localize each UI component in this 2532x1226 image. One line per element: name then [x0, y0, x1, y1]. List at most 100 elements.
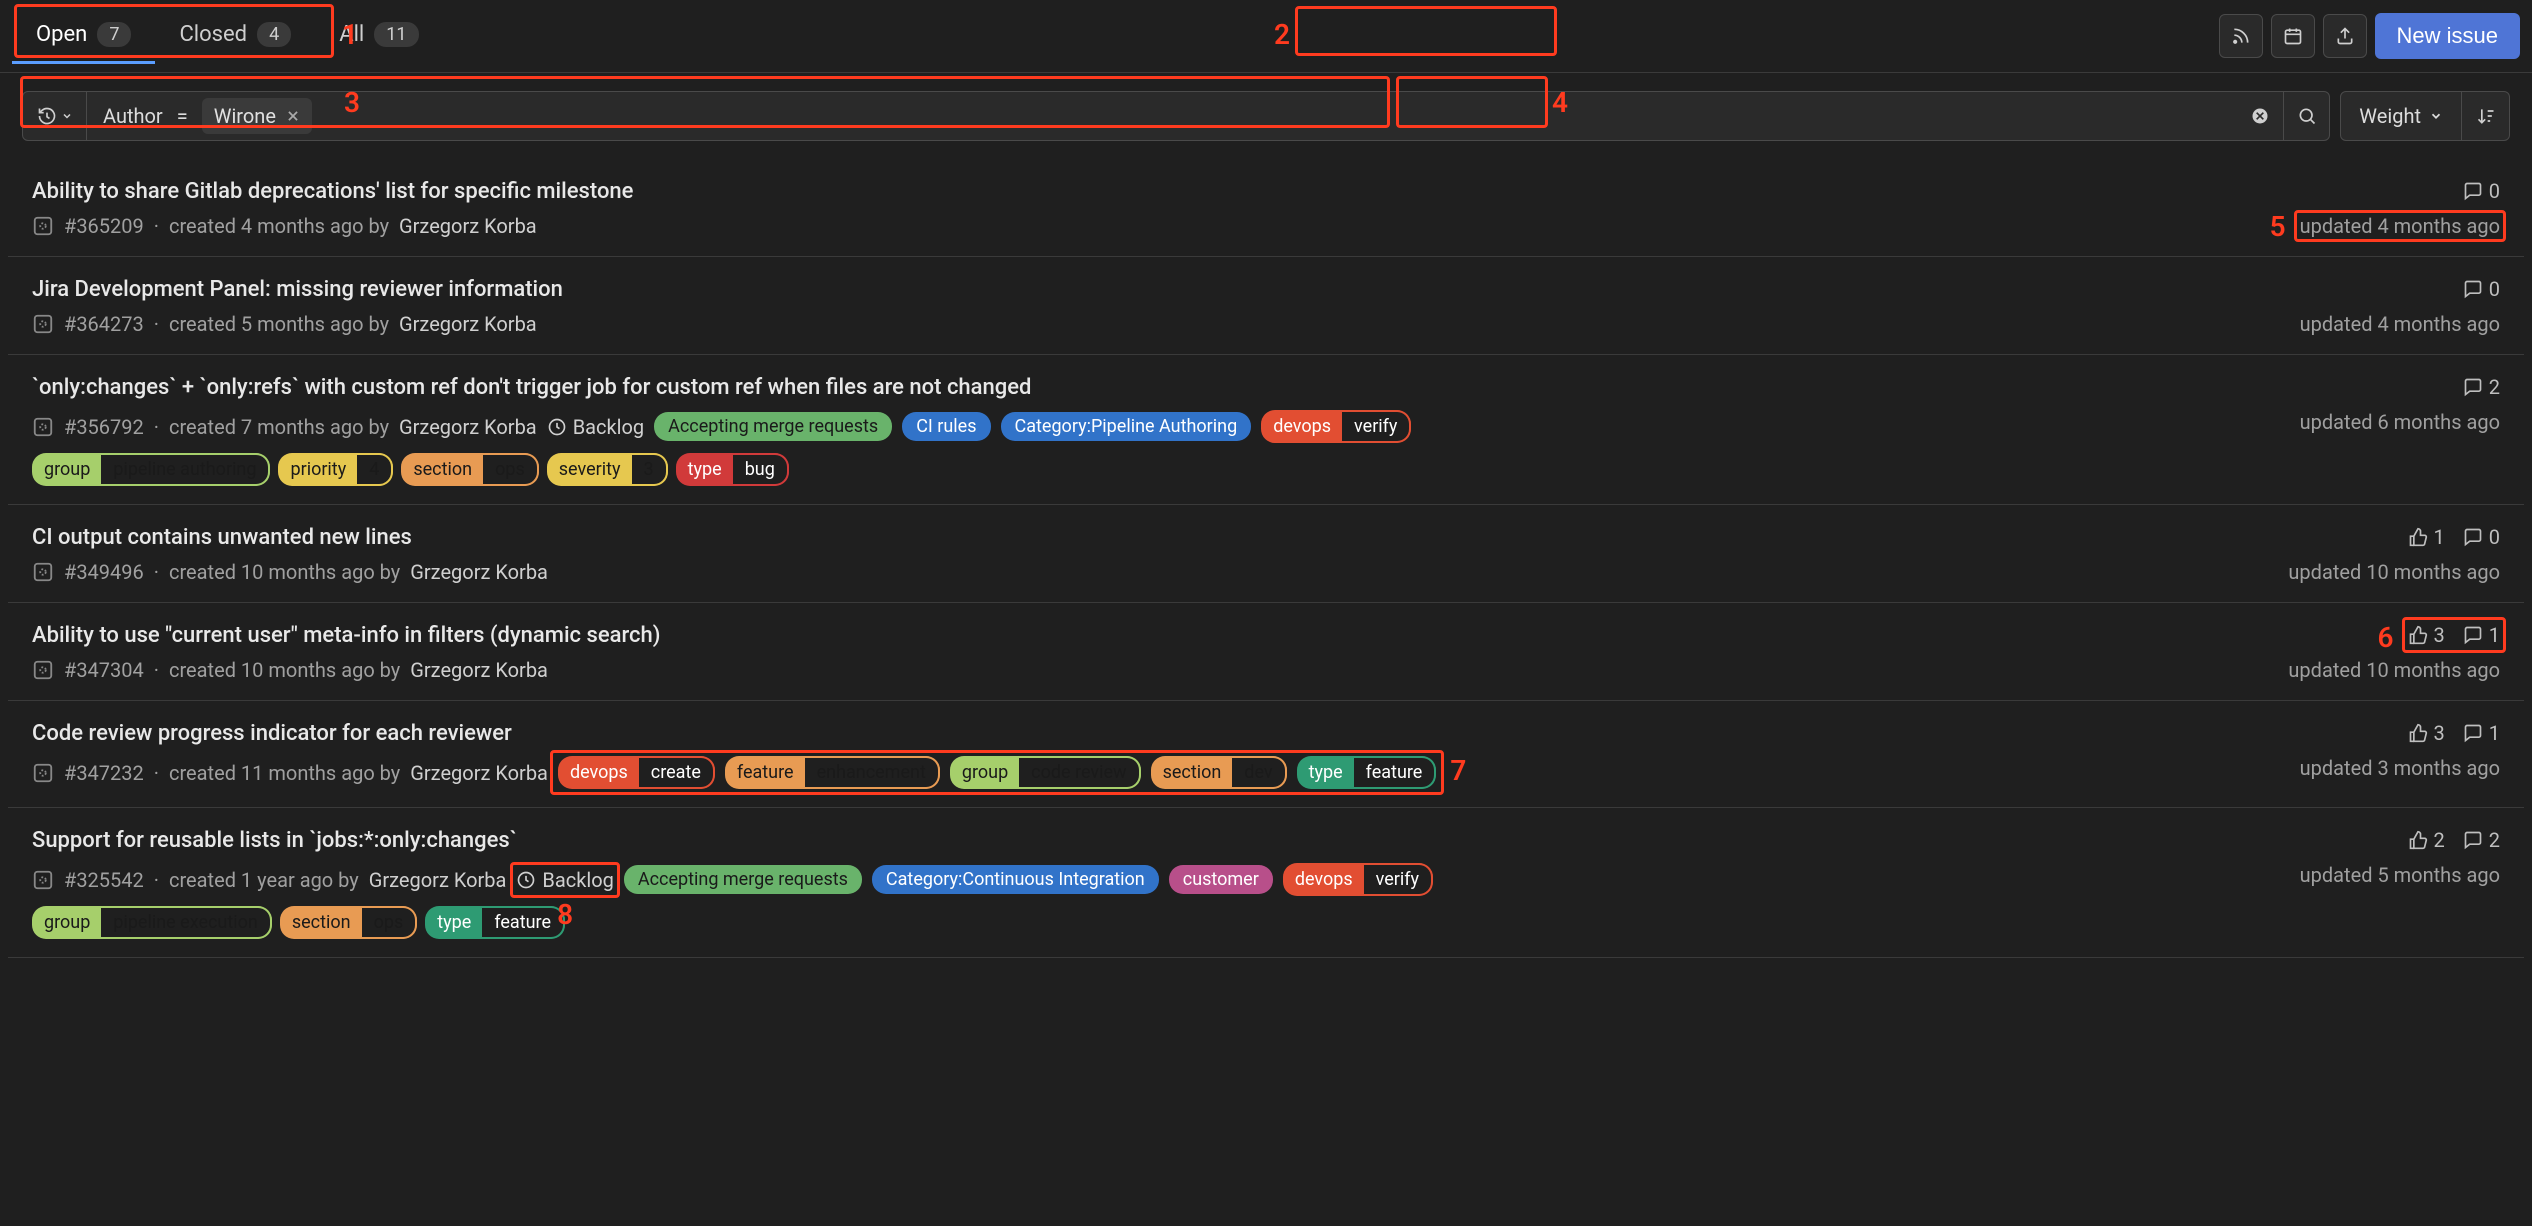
tab-open[interactable]: Open 7: [12, 8, 155, 64]
comments-count[interactable]: 0: [2463, 525, 2500, 549]
label-type[interactable]: typefeature: [1297, 756, 1437, 789]
tab-all-label: All: [339, 22, 364, 47]
issue-type-icon: [32, 313, 54, 335]
issue-title[interactable]: Ability to share Gitlab deprecations' li…: [32, 179, 633, 204]
issue-stats: 31: [2408, 623, 2501, 647]
issue-ref[interactable]: #365209: [64, 214, 144, 238]
issue-row: Code review progress indicator for each …: [8, 701, 2524, 808]
label-group[interactable]: grouppipeline execution: [32, 906, 272, 939]
issue-title[interactable]: Jira Development Panel: missing reviewer…: [32, 277, 563, 302]
thumbs-up-count[interactable]: 3: [2408, 623, 2445, 647]
comments-count[interactable]: 1: [2463, 721, 2500, 745]
comments-count[interactable]: 0: [2463, 179, 2500, 203]
history-icon: [37, 106, 57, 126]
clear-filter-button[interactable]: [2237, 92, 2283, 140]
issue-author[interactable]: Grzegorz Korba: [369, 868, 507, 892]
issue-stats: 10: [2408, 525, 2501, 549]
tab-open-label: Open: [36, 22, 87, 47]
issue-stats: 31: [2408, 721, 2501, 745]
comments-count[interactable]: 2: [2463, 375, 2500, 399]
label-feature[interactable]: featureenhancement: [725, 756, 940, 789]
issue-title[interactable]: Ability to use "current user" meta-info …: [32, 623, 660, 648]
milestone-link[interactable]: Backlog: [516, 868, 613, 892]
label-type[interactable]: typefeature: [425, 906, 565, 939]
issue-updated: updated 10 months ago: [2288, 658, 2500, 682]
label-section[interactable]: sectiondev: [1151, 756, 1287, 789]
close-icon: [286, 109, 300, 123]
issue-type-icon: [32, 215, 54, 237]
issue-author[interactable]: Grzegorz Korba: [410, 761, 548, 785]
label-devops[interactable]: devopsverify: [1283, 863, 1433, 896]
issue-updated: updated 10 months ago: [2288, 560, 2500, 584]
sort-control: Weight: [2340, 91, 2510, 141]
label-section[interactable]: sectionops: [401, 453, 538, 486]
rss-button[interactable]: [2219, 14, 2263, 58]
comments-count[interactable]: 2: [2463, 828, 2500, 852]
labels-row-2: grouppipeline execution sectionops typef…: [32, 906, 2500, 939]
label[interactable]: CI rules: [902, 412, 990, 441]
label[interactable]: Category:Continuous Integration: [872, 865, 1159, 894]
label-group[interactable]: grouppipeline authoring: [32, 453, 270, 486]
issue-author[interactable]: Grzegorz Korba: [410, 560, 548, 584]
issue-ref[interactable]: #325542: [64, 868, 144, 892]
issue-row: Ability to share Gitlab deprecations' li…: [8, 159, 2524, 257]
thumbs-up-count[interactable]: 2: [2408, 828, 2445, 852]
label-type[interactable]: typebug: [676, 453, 789, 486]
issue-author[interactable]: Grzegorz Korba: [410, 658, 548, 682]
issue-created: created 10 months ago by: [169, 658, 400, 682]
issue-author[interactable]: Grzegorz Korba: [399, 415, 537, 439]
issue-author[interactable]: Grzegorz Korba: [399, 312, 537, 336]
issue-updated: updated 3 months ago: [2300, 756, 2500, 780]
export-button[interactable]: [2323, 14, 2367, 58]
thumbs-up-count[interactable]: 3: [2408, 721, 2445, 745]
issue-title[interactable]: CI output contains unwanted new lines: [32, 525, 412, 550]
issue-row: Support for reusable lists in `jobs:*:on…: [8, 808, 2524, 958]
issue-created: created 11 months ago by: [169, 761, 400, 785]
label-severity[interactable]: severity3: [547, 453, 668, 486]
filter-token[interactable]: Author = Wirone: [87, 92, 328, 140]
export-icon: [2335, 26, 2355, 46]
issue-row: Ability to use "current user" meta-info …: [8, 603, 2524, 701]
issue-stats: 2: [2463, 375, 2500, 399]
tab-closed[interactable]: Closed 4: [155, 8, 315, 64]
thumbs-up-count[interactable]: 1: [2408, 525, 2445, 549]
search-history-button[interactable]: [23, 92, 87, 140]
issue-title[interactable]: Support for reusable lists in `jobs:*:on…: [32, 828, 517, 853]
calendar-icon: [2283, 26, 2303, 46]
milestone-link[interactable]: Backlog: [547, 415, 644, 439]
issue-title[interactable]: `only:changes` + `only:refs` with custom…: [32, 375, 1031, 400]
issue-ref[interactable]: #364273: [64, 312, 144, 336]
label-section[interactable]: sectionops: [280, 906, 417, 939]
label[interactable]: customer: [1169, 865, 1273, 894]
issue-ref[interactable]: #349496: [64, 560, 144, 584]
label-priority[interactable]: priority4: [278, 453, 393, 486]
tab-all[interactable]: All 11: [315, 8, 442, 64]
remove-token-button[interactable]: [286, 109, 300, 123]
label-devops[interactable]: devopscreate: [558, 756, 715, 789]
issue-ref[interactable]: #356792: [64, 415, 144, 439]
filter-bar[interactable]: Author = Wirone: [22, 91, 2330, 141]
comments-count[interactable]: 0: [2463, 277, 2500, 301]
label[interactable]: Accepting merge requests: [624, 865, 862, 894]
issue-created: created 4 months ago by: [169, 214, 389, 238]
issue-type-icon: [32, 416, 54, 438]
label-devops[interactable]: devopsverify: [1261, 410, 1411, 443]
comments-count[interactable]: 1: [2463, 623, 2500, 647]
search-button[interactable]: [2283, 92, 2329, 140]
issue-ref[interactable]: #347232: [64, 761, 144, 785]
tab-open-count: 7: [97, 22, 131, 47]
issue-stats: 22: [2408, 828, 2501, 852]
issue-title[interactable]: Code review progress indicator for each …: [32, 721, 512, 746]
sort-field-button[interactable]: Weight: [2341, 92, 2461, 140]
issue-author[interactable]: Grzegorz Korba: [399, 214, 537, 238]
label[interactable]: Category:Pipeline Authoring: [1001, 412, 1252, 441]
tab-closed-label: Closed: [179, 22, 247, 47]
new-issue-button[interactable]: New issue: [2375, 13, 2520, 59]
label-group[interactable]: groupcode review: [950, 756, 1141, 789]
issue-updated: updated 5 months ago: [2300, 863, 2500, 887]
filter-value-chip: Wirone: [202, 98, 312, 134]
sort-direction-button[interactable]: [2461, 92, 2509, 140]
calendar-button[interactable]: [2271, 14, 2315, 58]
label[interactable]: Accepting merge requests: [654, 412, 892, 441]
issue-ref[interactable]: #347304: [64, 658, 144, 682]
